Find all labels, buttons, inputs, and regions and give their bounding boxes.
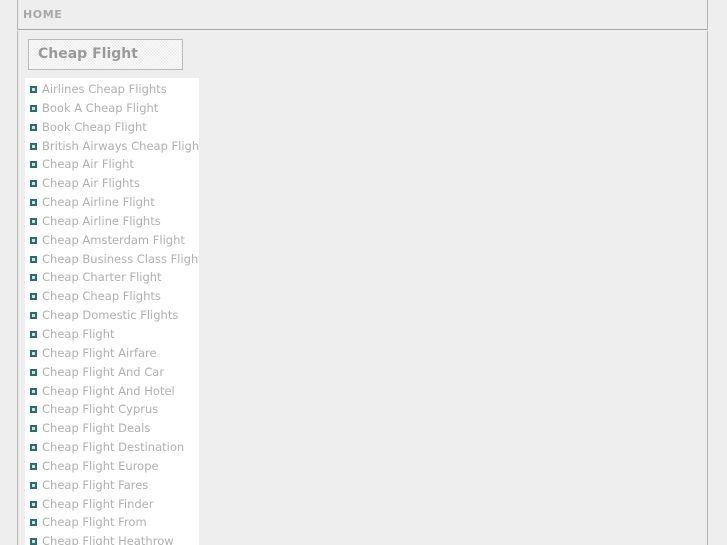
list-item-label[interactable]: Cheap Air Flight <box>42 157 134 171</box>
list-item[interactable]: Cheap Flight <box>25 325 199 344</box>
top-navigation-bar: HOME <box>17 0 708 30</box>
square-bullet-icon <box>30 444 37 452</box>
list-item-label[interactable]: Cheap Flight From <box>42 515 147 529</box>
square-bullet-icon <box>30 406 37 414</box>
list-item-label[interactable]: Cheap Business Class Flights <box>42 252 199 266</box>
square-bullet-icon <box>30 199 37 207</box>
list-item-label[interactable]: Book Cheap Flight <box>42 120 147 134</box>
list-item[interactable]: Cheap Amsterdam Flight <box>25 231 199 250</box>
list-item[interactable]: Airlines Cheap Flights <box>25 80 199 99</box>
list-item[interactable]: Book Cheap Flight <box>25 118 199 137</box>
list-item[interactable]: Cheap Flight Airfare <box>25 344 199 363</box>
list-item[interactable]: Cheap Charter Flight <box>25 268 199 287</box>
list-item[interactable]: Cheap Flight Destination <box>25 438 199 457</box>
square-bullet-icon <box>30 349 37 357</box>
list-item[interactable]: Cheap Cheap Flights <box>25 287 199 306</box>
home-link[interactable]: HOME <box>23 8 62 21</box>
square-bullet-icon <box>30 387 37 395</box>
square-bullet-icon <box>30 368 37 376</box>
list-item[interactable]: Cheap Flight Europe <box>25 457 199 476</box>
square-bullet-icon <box>30 481 37 489</box>
list-item-label[interactable]: Cheap Flight Destination <box>42 440 184 454</box>
square-bullet-icon <box>30 519 37 527</box>
square-bullet-icon <box>30 293 37 301</box>
list-item[interactable]: Cheap Air Flights <box>25 174 199 193</box>
square-bullet-icon <box>30 180 37 188</box>
list-item-label[interactable]: Cheap Flight Cyprus <box>42 402 158 416</box>
list-item[interactable]: Cheap Domestic Flights <box>25 306 199 325</box>
list-item[interactable]: Cheap Air Flight <box>25 155 199 174</box>
list-item-label[interactable]: Book A Cheap Flight <box>42 101 158 115</box>
list-item[interactable]: Cheap Airline Flight <box>25 193 199 212</box>
list-item-label[interactable]: Cheap Flight Finder <box>42 497 154 511</box>
list-item-label[interactable]: Cheap Flight And Hotel <box>42 384 175 398</box>
square-bullet-icon <box>30 236 37 244</box>
page-title-box: Cheap Flight <box>28 39 183 70</box>
list-item-label[interactable]: Cheap Flight Heathrow <box>42 534 174 545</box>
list-item-label[interactable]: Cheap Charter Flight <box>42 270 162 284</box>
list-item[interactable]: Cheap Flight Cyprus <box>25 400 199 419</box>
square-bullet-icon <box>30 312 37 320</box>
list-item[interactable]: Cheap Flight From <box>25 513 199 532</box>
list-item-label[interactable]: Cheap Flight Airfare <box>42 346 157 360</box>
list-item[interactable]: Cheap Flight And Car <box>25 363 199 382</box>
list-item-label[interactable]: British Airways Cheap Flight <box>42 139 199 153</box>
square-bullet-icon <box>30 161 37 169</box>
square-bullet-icon <box>30 255 37 263</box>
list-item[interactable]: Cheap Flight Fares <box>25 476 199 495</box>
square-bullet-icon <box>30 462 37 470</box>
list-item-label[interactable]: Cheap Airline Flights <box>42 214 161 228</box>
list-item[interactable]: Cheap Flight Deals <box>25 419 199 438</box>
list-item-label[interactable]: Cheap Domestic Flights <box>42 308 178 322</box>
keyword-link-list[interactable]: Airlines Cheap Flights Book A Cheap Fligh… <box>25 78 199 545</box>
square-bullet-icon <box>30 538 37 545</box>
square-bullet-icon <box>30 274 37 282</box>
list-item[interactable]: Cheap Airline Flights <box>25 212 199 231</box>
list-item-label[interactable]: Cheap Air Flights <box>42 176 140 190</box>
list-item-label[interactable]: Cheap Flight Europe <box>42 459 159 473</box>
list-item-label[interactable]: Cheap Flight Fares <box>42 478 148 492</box>
list-item[interactable]: Cheap Flight Heathrow <box>25 532 199 545</box>
square-bullet-icon <box>30 217 37 225</box>
list-item-label[interactable]: Cheap Flight <box>42 327 115 341</box>
square-bullet-icon <box>30 425 37 433</box>
main-content-panel: Cheap Flight Airlines Cheap Flights Book … <box>17 31 708 545</box>
square-bullet-icon <box>30 123 37 131</box>
square-bullet-icon <box>30 142 37 150</box>
square-bullet-icon <box>30 330 37 338</box>
list-item[interactable]: Cheap Flight Finder <box>25 495 199 514</box>
square-bullet-icon <box>30 104 37 112</box>
list-item-label[interactable]: Airlines Cheap Flights <box>42 82 167 96</box>
list-item-label[interactable]: Cheap Flight Deals <box>42 421 150 435</box>
page-title: Cheap Flight <box>38 46 138 62</box>
list-item[interactable]: Cheap Business Class Flights <box>25 250 199 269</box>
square-bullet-icon <box>30 86 37 93</box>
list-item-label[interactable]: Cheap Cheap Flights <box>42 289 161 303</box>
list-item-label[interactable]: Cheap Amsterdam Flight <box>42 233 185 247</box>
list-item[interactable]: Cheap Flight And Hotel <box>25 382 199 401</box>
list-item[interactable]: British Airways Cheap Flight <box>25 137 199 156</box>
square-bullet-icon <box>30 500 37 508</box>
list-item-label[interactable]: Cheap Flight And Car <box>42 365 164 379</box>
list-item[interactable]: Book A Cheap Flight <box>25 99 199 118</box>
list-item-label[interactable]: Cheap Airline Flight <box>42 195 155 209</box>
